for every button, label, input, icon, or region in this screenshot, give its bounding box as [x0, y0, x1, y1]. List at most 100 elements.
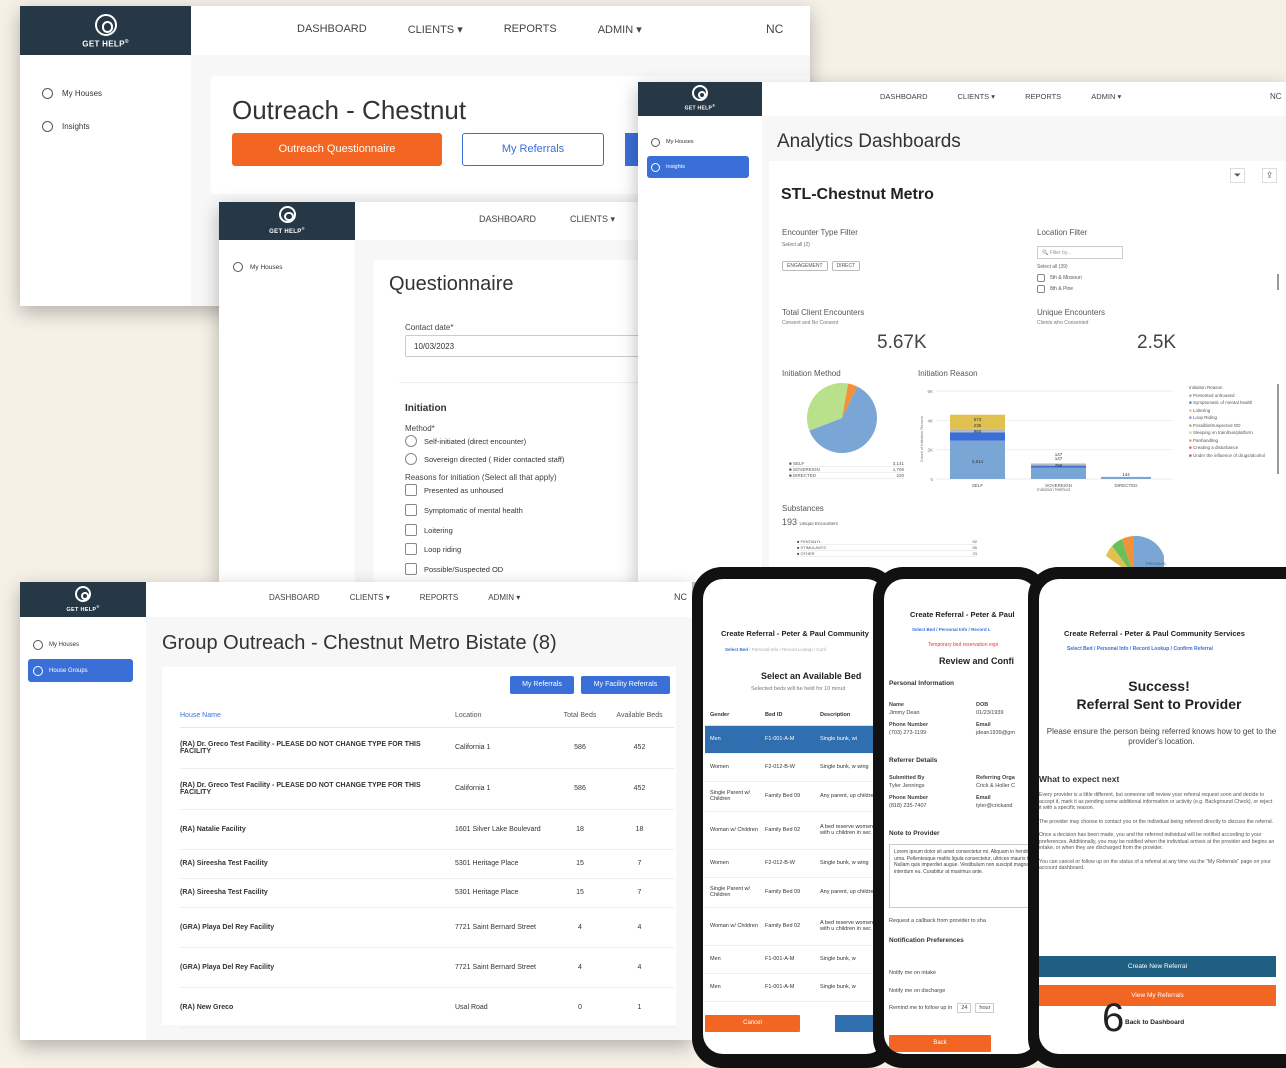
reason-option[interactable]: Loitering	[405, 524, 453, 536]
notify-intake[interactable]: Notify me on intake	[889, 970, 936, 976]
checkbox[interactable]	[1037, 285, 1045, 293]
nav-dashboard[interactable]: DASHBOARD	[880, 92, 928, 101]
note-textarea[interactable]: Lorem ipsum dolor sit amet consectetur m…	[889, 844, 1037, 908]
checkbox[interactable]	[405, 484, 417, 496]
bed-row[interactable]: Men F1-001-A-M Single bunk, w	[705, 945, 880, 973]
app-logo[interactable]: GET HELP®	[219, 202, 355, 240]
checkbox[interactable]	[405, 563, 417, 575]
radio-button[interactable]	[405, 435, 417, 447]
bed-row[interactable]: Woman w/ Children Family Bed 02 A bed rese…	[705, 811, 880, 849]
bed-row[interactable]: Single Parent w/ Children Family Bed 09 An…	[705, 781, 880, 811]
radio-button[interactable]	[405, 453, 417, 465]
nav-clients[interactable]: CLIENTS ▾	[408, 23, 463, 36]
col-house-name[interactable]: House Name	[180, 705, 455, 727]
initiation-method-pie	[807, 383, 877, 453]
col-total-beds[interactable]: Total Beds	[555, 705, 605, 727]
table-row[interactable]: (GRA) Playa Del Rey Facility 7721 Saint B…	[180, 947, 674, 987]
checkbox[interactable]	[405, 543, 417, 555]
table-row[interactable]: (RA) Natalie Facility 1601 Silver Lake Bo…	[180, 809, 674, 849]
location-option[interactable]: 8th & Pine	[1037, 285, 1073, 293]
app-logo[interactable]: GET HELP®	[20, 582, 146, 617]
available-beds-cell: 18	[635, 825, 644, 833]
sidebar-item-my-houses[interactable]: My Houses	[20, 83, 191, 103]
reason-option[interactable]: Presented as unhoused	[405, 484, 503, 496]
col-available-beds[interactable]: Available Beds	[605, 705, 674, 727]
reason-option[interactable]: Loop riding	[405, 543, 461, 555]
checkbox[interactable]	[405, 524, 417, 536]
app-logo[interactable]: GET HELP®	[20, 6, 191, 55]
bed-row[interactable]: Men F1-001-A-M Single bunk, w	[705, 973, 880, 1001]
user-initials[interactable]: NC	[766, 22, 783, 36]
back-button[interactable]: Back	[889, 1035, 991, 1052]
bed-row[interactable]: Woman w/ Children Family Bed 02 A bed rese…	[705, 907, 880, 945]
method-option[interactable]: Sovereign directed ( Rider contacted sta…	[405, 453, 564, 465]
scrollbar[interactable]	[1277, 274, 1279, 290]
table-row[interactable]: (RA) New Greco Usal Road 0 1	[180, 987, 674, 1027]
pill-direct[interactable]: DIRECT	[831, 261, 861, 271]
nav-admin[interactable]: ADMIN ▾	[1091, 92, 1121, 101]
table-row[interactable]: (RA) Dr. Greco Test Facility - PLEASE DO…	[180, 768, 674, 809]
location-search[interactable]: 🔍 Filter by...	[1037, 246, 1123, 259]
sidebar-item-house-groups[interactable]: House Groups	[28, 659, 133, 682]
remind-input[interactable]: 24	[957, 1003, 972, 1013]
col-location[interactable]: Location	[455, 705, 555, 727]
questionnaire-window: GET HELP® DASHBOARD CLIENTS ▾ My Houses …	[219, 202, 639, 582]
location-option[interactable]: 5th & Missouri	[1037, 274, 1082, 282]
my-referrals-button[interactable]: My Referrals	[462, 133, 604, 166]
nav-clients[interactable]: CLIENTS ▾	[958, 92, 996, 101]
cancel-button[interactable]: Cancel	[705, 1015, 800, 1032]
nav-dashboard[interactable]: DASHBOARD	[479, 214, 536, 225]
unique-encounters-label: Unique Encounters	[1037, 308, 1106, 317]
table-row[interactable]: (RA) Dr. Greco Test Facility - PLEASE DO…	[180, 727, 674, 768]
sidebar-item-my-houses[interactable]: My Houses	[219, 262, 355, 272]
bar-data-label: 2,614	[972, 459, 984, 464]
bed-row[interactable]: Women F2-012-B-W Single bunk, w wing	[705, 849, 880, 877]
nav-clients[interactable]: CLIENTS ▾	[570, 214, 615, 225]
table-row[interactable]: (RA) Sireesha Test Facility 5301 Heritage…	[180, 849, 674, 878]
bed-row[interactable]: Men F1-001-A-M Single bunk, wi	[705, 725, 880, 753]
my-facility-referrals-button[interactable]: My Facility Referrals	[581, 676, 670, 694]
create-new-referral-button[interactable]: Create New Referral	[1039, 956, 1276, 977]
nav-reports[interactable]: REPORTS	[1025, 92, 1061, 101]
app-logo[interactable]: GET HELP®	[638, 82, 762, 116]
sidebar-item-insights[interactable]: Insights	[20, 116, 191, 136]
view-my-referrals-button[interactable]: View My Referrals	[1039, 985, 1276, 1006]
table-row[interactable]: (RA) Sireesha Test Facility 5301 Heritage…	[180, 878, 674, 907]
filter-icon[interactable]: ⏷	[1230, 168, 1245, 183]
reason-option[interactable]: Possible/Suspected OD	[405, 563, 503, 575]
notify-discharge[interactable]: Notify me on discharge	[889, 988, 945, 994]
nav-reports[interactable]: REPORTS	[420, 593, 459, 602]
nav-admin[interactable]: ADMIN ▾	[598, 23, 642, 36]
reason-option[interactable]: Symptomatic of mental health	[405, 504, 523, 516]
bed-row[interactable]: Women F2-012-B-W Single bunk, w wing	[705, 753, 880, 781]
my-referrals-button[interactable]: My Referrals	[510, 676, 574, 694]
user-initials[interactable]: NC	[674, 592, 687, 602]
gender-cell: Men	[710, 956, 721, 962]
table-row[interactable]: (GRA) Playa Del Rey Facility 7721 Saint B…	[180, 907, 674, 947]
remind-unit-select[interactable]: hour	[975, 1003, 995, 1013]
sidebar-item-my-houses[interactable]: My Houses	[28, 637, 146, 653]
back-to-dashboard-link[interactable]: Back to Dashboard	[1125, 1019, 1184, 1026]
nav-clients[interactable]: CLIENTS ▾	[350, 593, 390, 602]
method-label: Method*	[405, 424, 435, 433]
bed-row[interactable]: Single Parent w/ Children Family Bed 09 An…	[705, 877, 880, 907]
outreach-questionnaire-button[interactable]: Outreach Questionnaire	[232, 133, 442, 166]
share-icon[interactable]: ⇪	[1262, 168, 1277, 183]
legend-item: ■ Symptomatic of mental health	[1189, 400, 1253, 405]
callback-option[interactable]: Request a callback from provider to sha	[889, 918, 986, 924]
method-option[interactable]: Self-initiated (direct encounter)	[405, 435, 526, 447]
nav-dashboard[interactable]: DASHBOARD	[297, 23, 367, 36]
nav-reports[interactable]: REPORTS	[504, 23, 557, 36]
contact-date-input[interactable]: 10/03/2023	[405, 335, 639, 357]
nav-dashboard[interactable]: DASHBOARD	[269, 593, 320, 602]
sidebar-item-my-houses[interactable]: My Houses	[647, 134, 762, 150]
scrollbar[interactable]	[1277, 384, 1279, 474]
user-initials[interactable]: NC	[1270, 92, 1282, 101]
select-all-link[interactable]: Select all (2)	[782, 242, 810, 248]
checkbox[interactable]	[405, 504, 417, 516]
nav-admin[interactable]: ADMIN ▾	[488, 593, 520, 602]
sidebar-item-insights[interactable]: Insights	[647, 156, 749, 178]
pill-engagement[interactable]: ENGAGEMENT	[782, 261, 828, 271]
checkbox[interactable]	[1037, 274, 1045, 282]
select-all-locations[interactable]: Select all (39)	[1037, 264, 1068, 270]
